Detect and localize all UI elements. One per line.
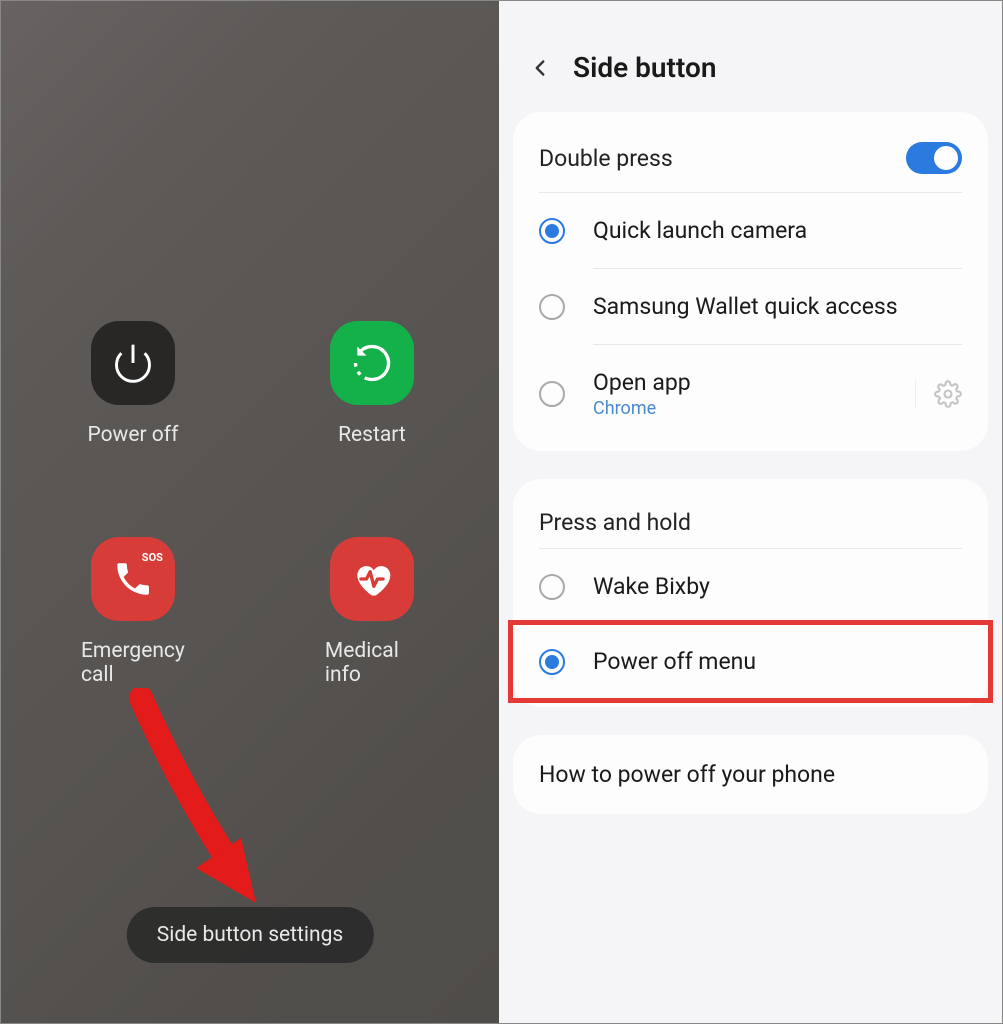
radio-selected [539,218,565,244]
sos-badge: SOS [142,551,163,564]
power-menu-panel: Power off Restart SOS Emergency call [1,1,499,1023]
radio-selected [539,649,565,675]
arrow-annotation [121,688,291,918]
power-menu-grid: Power off Restart SOS Emergency call [1,321,499,687]
option-samsung-wallet[interactable]: Samsung Wallet quick access [513,269,988,344]
medical-info-button[interactable]: Medical info [325,537,419,687]
option-power-off-menu[interactable]: Power off menu [513,624,988,699]
double-press-title: Double press [539,145,673,172]
option-label: Wake Bixby [593,573,962,600]
radio-unselected [539,574,565,600]
medical-icon [330,537,414,621]
restart-button[interactable]: Restart [330,321,414,447]
settings-panel: Side button Double press Quick launch ca… [499,1,1002,1023]
option-label: Quick launch camera [593,217,962,244]
page-title: Side button [573,51,716,84]
option-label: Power off menu [593,648,962,675]
medical-label: Medical info [325,639,419,687]
emergency-icon: SOS [91,537,175,621]
how-to-power-off-link[interactable]: How to power off your phone [513,735,988,814]
restart-label: Restart [338,423,406,447]
emergency-call-button[interactable]: SOS Emergency call [81,537,185,687]
radio-unselected [539,294,565,320]
press-hold-header: Press and hold [513,487,988,548]
double-press-toggle[interactable] [906,142,962,174]
settings-header: Side button [499,1,1002,112]
emergency-label: Emergency call [81,639,185,687]
option-label: Open app [593,369,887,396]
restart-icon [330,321,414,405]
open-app-settings-button[interactable] [915,380,962,408]
option-open-app[interactable]: Open app Chrome [513,345,988,443]
double-press-header: Double press [513,120,988,192]
side-button-settings-button[interactable]: Side button settings [127,907,374,963]
back-button[interactable] [527,55,553,81]
gear-icon [934,380,962,408]
option-quick-launch-camera[interactable]: Quick launch camera [513,193,988,268]
power-icon [91,321,175,405]
press-hold-title: Press and hold [539,509,691,536]
link-text: How to power off your phone [539,761,835,788]
radio-unselected [539,381,565,407]
option-label: Samsung Wallet quick access [593,293,962,320]
power-off-button[interactable]: Power off [87,321,178,447]
option-wake-bixby[interactable]: Wake Bixby [513,549,988,624]
option-sublabel: Chrome [593,398,887,419]
double-press-card: Double press Quick launch camera Samsung… [513,112,988,451]
power-off-label: Power off [87,423,178,447]
press-hold-card: Press and hold Wake Bixby Power off menu [513,479,988,707]
